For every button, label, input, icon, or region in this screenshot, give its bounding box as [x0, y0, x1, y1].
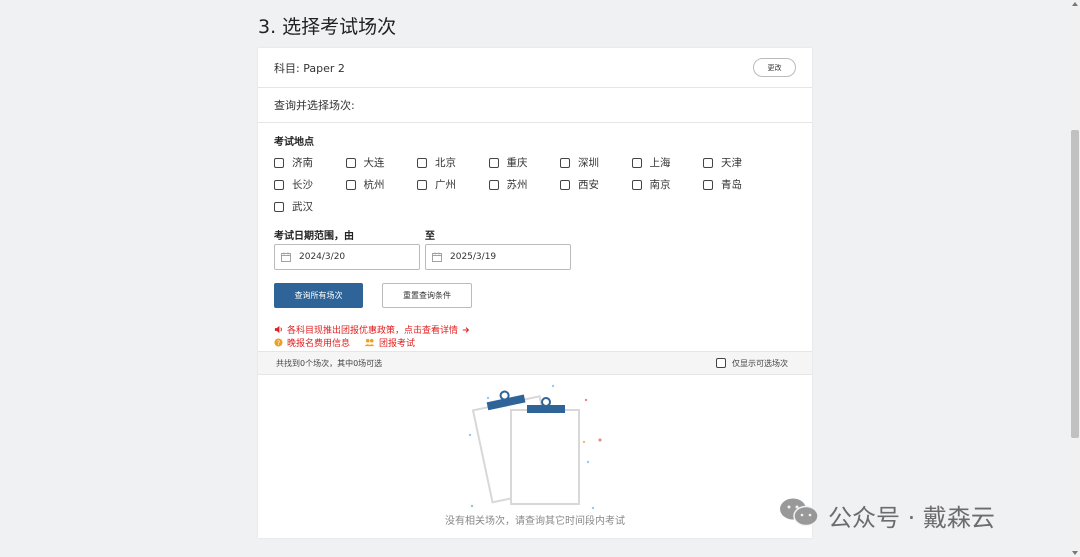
location-label-text: 苏州 — [506, 179, 528, 191]
speaker-icon — [274, 325, 283, 334]
location-option[interactable]: 重庆 — [488, 156, 561, 169]
subject-row: 科目: Paper 2 更改 — [258, 48, 812, 88]
calendar-icon — [432, 252, 442, 262]
date-from-label: 考试日期范围，由 — [274, 231, 354, 242]
page-scrollbar[interactable] — [1070, 0, 1080, 557]
location-label-text: 武汉 — [292, 201, 313, 213]
date-to-input[interactable]: 2025/3/19 — [425, 244, 571, 270]
scroll-thumb[interactable] — [1071, 130, 1079, 438]
results-bar: 共找到0个场次，其中0场可选 仅显示可选场次 — [258, 351, 812, 375]
search-sessions-button[interactable]: 查询所有场次 — [274, 283, 363, 308]
reset-filters-button[interactable]: 重置查询条件 — [382, 283, 472, 308]
location-checkbox[interactable] — [631, 179, 642, 190]
location-label-text: 杭州 — [363, 179, 385, 191]
location-option[interactable]: 杭州 — [345, 178, 418, 191]
location-checkbox[interactable] — [703, 157, 713, 168]
scroll-up-arrow-icon[interactable] — [1072, 2, 1078, 6]
location-label-text: 深圳 — [578, 157, 599, 169]
location-label-text: 天津 — [721, 157, 742, 169]
watermark-text: 公众号 · 戴森云 — [828, 503, 995, 532]
location-label: 考试地点 — [274, 137, 314, 148]
date-from-value: 2024/3/20 — [299, 252, 346, 262]
location-label-text: 长沙 — [292, 179, 313, 191]
location-option[interactable]: 西安 — [560, 178, 632, 191]
results-summary: 共找到0个场次，其中0场可选 — [276, 358, 383, 368]
watermark: 公众号 · 戴森云 — [778, 497, 995, 533]
scroll-down-arrow-icon[interactable] — [1072, 551, 1078, 555]
location-label-text: 青岛 — [721, 179, 742, 191]
location-option[interactable]: 天津 — [703, 156, 775, 169]
empty-clipboard-illustration — [468, 384, 602, 510]
location-option[interactable]: 上海 — [631, 156, 704, 169]
location-label-text: 重庆 — [506, 157, 528, 169]
location-checkbox[interactable] — [560, 157, 570, 168]
location-checkbox[interactable] — [274, 179, 284, 190]
group-discount-link[interactable]: 各科目现推出团报优惠政策，点击查看详情 — [274, 323, 474, 336]
page-title: 3. 选择考试场次 — [258, 16, 397, 38]
location-label-text: 大连 — [363, 157, 385, 169]
location-checkbox[interactable] — [417, 157, 427, 168]
location-label-text: 南京 — [649, 179, 671, 191]
location-checkbox[interactable] — [703, 179, 713, 190]
change-subject-button[interactable]: 更改 — [753, 58, 796, 77]
promo-text: 各科目现推出团报优惠政策，点击查看详情 — [287, 326, 459, 336]
location-checkbox-grid: 济南 大连 北京 重庆 深圳 上海 天津长沙 杭州 广州 苏州 西安 南京 青岛武汉 — [274, 156, 796, 213]
date-to-value: 2025/3/19 — [450, 252, 497, 262]
session-selection-card: 科目: Paper 2 更改 查询并选择场次: 考试地点 济南 大连 北京 重庆 深圳 上… — [258, 48, 812, 538]
svg-text:?: ? — [277, 340, 280, 347]
location-option[interactable]: 南京 — [631, 178, 704, 191]
location-label-text: 北京 — [435, 157, 456, 169]
location-checkbox[interactable] — [488, 157, 499, 168]
location-checkbox[interactable] — [560, 179, 570, 190]
location-checkbox[interactable] — [274, 157, 284, 168]
only-available-checkbox[interactable] — [716, 358, 726, 368]
only-available-toggle[interactable]: 仅显示可选场次 — [716, 358, 788, 369]
arrow-right-icon — [462, 326, 470, 334]
location-checkbox[interactable] — [488, 179, 499, 190]
query-label: 查询并选择场次: — [274, 99, 355, 112]
query-row: 查询并选择场次: — [258, 88, 812, 123]
location-option[interactable]: 苏州 — [488, 178, 561, 191]
date-from-input[interactable]: 2024/3/20 — [274, 244, 420, 270]
location-label-text: 济南 — [292, 157, 313, 169]
location-label-text: 上海 — [649, 157, 671, 169]
promo-links-row: ? 晚报名费用信息 团报考试 — [274, 336, 415, 349]
empty-state-message: 没有相关场次，请查询其它时间段内考试 — [445, 516, 625, 527]
subject-label: 科目: Paper 2 — [274, 61, 345, 75]
calendar-icon — [281, 252, 291, 262]
location-option[interactable]: 济南 — [274, 156, 346, 169]
only-available-label: 仅显示可选场次 — [732, 358, 788, 368]
location-option[interactable]: 大连 — [345, 156, 418, 169]
group-exam-link[interactable]: 团报考试 — [379, 336, 415, 349]
location-option[interactable]: 武汉 — [274, 200, 346, 213]
location-option[interactable]: 广州 — [417, 178, 489, 191]
location-checkbox[interactable] — [274, 201, 284, 212]
info-icon: ? — [274, 338, 283, 347]
date-to-label: 至 — [425, 231, 435, 242]
location-option[interactable]: 深圳 — [560, 156, 632, 169]
location-checkbox[interactable] — [345, 179, 356, 190]
location-label-text: 西安 — [578, 179, 599, 191]
location-label-text: 广州 — [435, 179, 456, 191]
filters-section: 考试地点 济南 大连 北京 重庆 深圳 上海 天津长沙 杭州 广州 苏州 西安 南京 青岛武汉 考试日期… — [258, 123, 812, 351]
location-checkbox[interactable] — [631, 157, 642, 168]
location-checkbox[interactable] — [345, 157, 356, 168]
location-checkbox[interactable] — [417, 179, 427, 190]
group-icon — [364, 338, 375, 347]
location-option[interactable]: 长沙 — [274, 178, 346, 191]
location-option[interactable]: 北京 — [417, 156, 489, 169]
wechat-icon — [778, 497, 820, 533]
location-option[interactable]: 青岛 — [703, 178, 775, 191]
late-fee-link[interactable]: 晚报名费用信息 — [287, 336, 350, 349]
